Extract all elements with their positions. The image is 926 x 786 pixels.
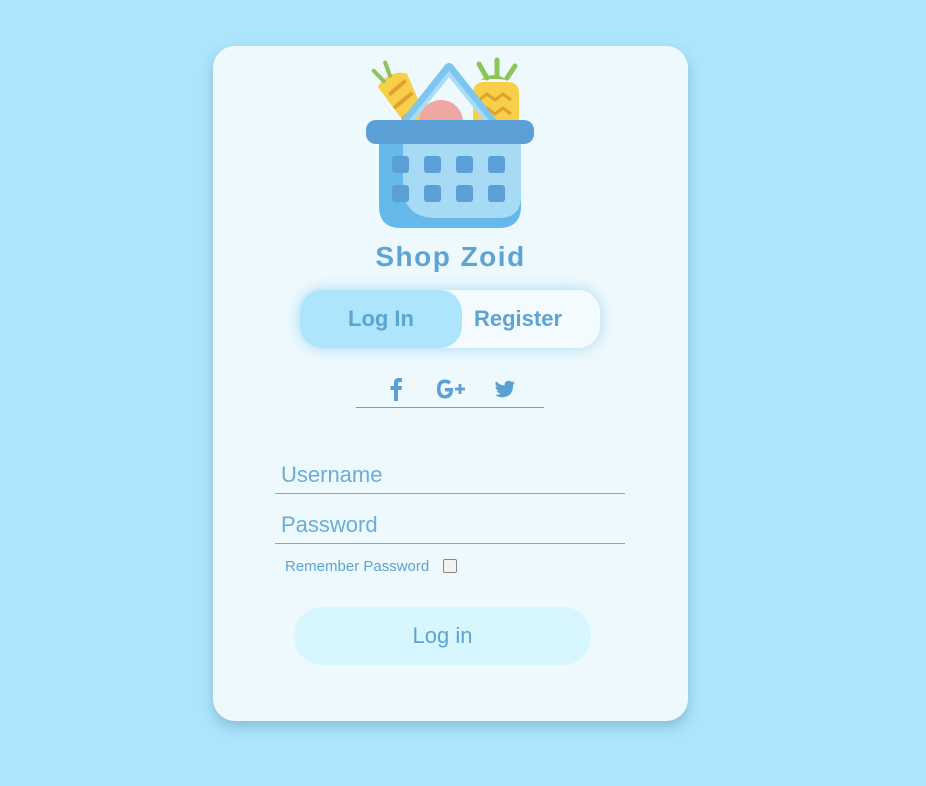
tab-register[interactable]: Register [448,290,588,348]
brand-title: Shop Zoid [375,241,526,272]
login-card: Shop Zoid Log In Register Remember Passw… [213,46,688,721]
twitter-icon[interactable] [494,377,516,401]
password-input[interactable] [275,506,625,544]
google-plus-icon[interactable] [434,377,468,401]
login-submit-button[interactable]: Log in [294,607,591,665]
username-input[interactable] [275,456,625,494]
social-login-row [356,375,544,408]
shopping-basket-icon [366,57,534,228]
remember-password-checkbox[interactable] [443,559,457,573]
remember-password-label: Remember Password [285,558,430,575]
auth-tab-switch: Log In Register [300,290,600,348]
facebook-icon[interactable] [389,377,403,401]
tab-login[interactable]: Log In [300,290,462,348]
